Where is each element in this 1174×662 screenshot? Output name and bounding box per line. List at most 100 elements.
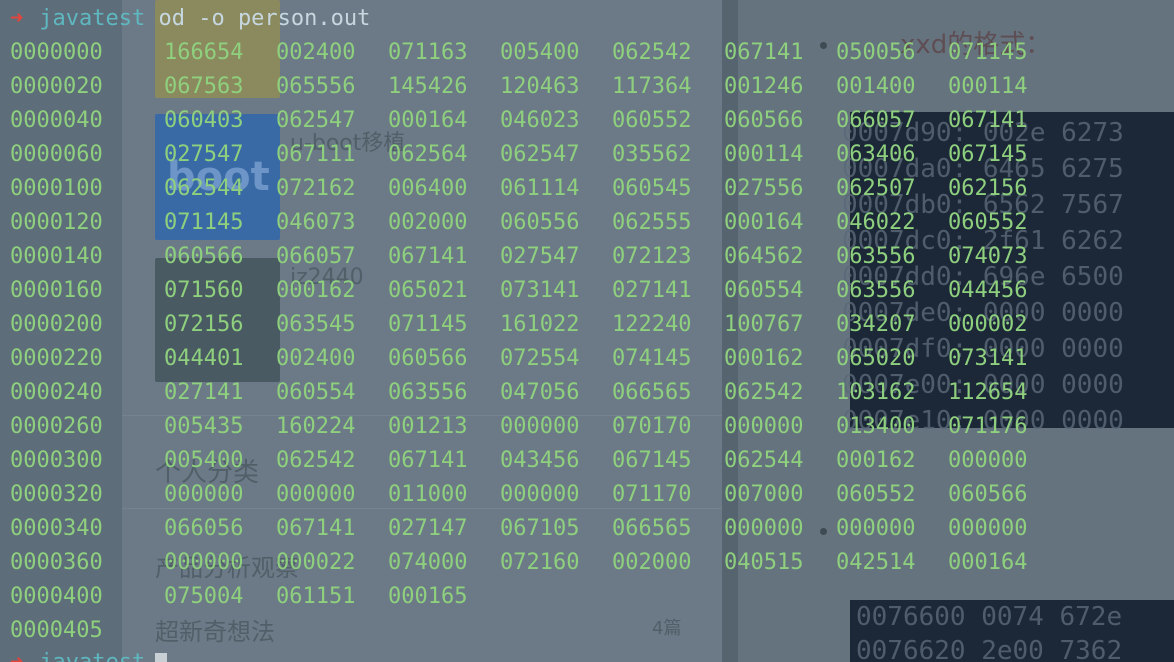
dump-word: 060552 [836, 482, 916, 507]
dump-offset: 0000020 [10, 74, 103, 99]
dump-word: 103162 [836, 380, 916, 405]
dump-word: 062544 [724, 448, 804, 473]
dump-word: 027141 [164, 380, 244, 405]
dump-word: 000000 [948, 448, 1028, 473]
dump-word: 067111 [276, 142, 356, 167]
dump-word: 067145 [948, 142, 1028, 167]
prompt-arrow-icon: ➜ [10, 6, 24, 31]
dump-offset: 0000160 [10, 278, 103, 303]
dump-word: 062542 [724, 380, 804, 405]
dump-word: 066565 [612, 516, 692, 541]
dump-word: 063556 [836, 278, 916, 303]
dump-word: 067141 [388, 244, 468, 269]
dump-word: 112654 [948, 380, 1028, 405]
dump-word: 160224 [276, 414, 356, 439]
text-cursor[interactable] [155, 653, 168, 662]
dump-word: 000164 [724, 210, 804, 235]
dump-offset: 0000240 [10, 380, 103, 405]
dump-word: 066057 [836, 108, 916, 133]
next-prompt-line[interactable]: ➜ javatest [10, 648, 168, 662]
dump-word: 027547 [164, 142, 244, 167]
dump-word: 060403 [164, 108, 244, 133]
dump-word: 072123 [612, 244, 692, 269]
dump-word: 027141 [612, 278, 692, 303]
dump-word: 060545 [612, 176, 692, 201]
dump-word: 040515 [724, 550, 804, 575]
dump-word: 063406 [836, 142, 916, 167]
dump-word: 072160 [500, 550, 580, 575]
prompt-directory: javatest [39, 6, 146, 31]
dump-word: 074145 [612, 346, 692, 371]
dump-word: 072162 [276, 176, 356, 201]
dump-word: 066565 [612, 380, 692, 405]
dump-word: 067141 [948, 108, 1028, 133]
dump-offset: 0000400 [10, 584, 103, 609]
dump-word: 067145 [612, 448, 692, 473]
dump-word: 000000 [836, 516, 916, 541]
dump-word: 000114 [724, 142, 804, 167]
dump-word: 062507 [836, 176, 916, 201]
dump-offset: 0000300 [10, 448, 103, 473]
dump-word: 074073 [948, 244, 1028, 269]
dump-word: 044401 [164, 346, 244, 371]
dump-word: 000164 [948, 550, 1028, 575]
dump-word: 166654 [164, 40, 244, 65]
dump-word: 122240 [612, 312, 692, 337]
dump-word: 001213 [388, 414, 468, 439]
dump-offset: 0000100 [10, 176, 103, 201]
dump-word: 000000 [164, 550, 244, 575]
dump-word: 065020 [836, 346, 916, 371]
dump-word: 001246 [724, 74, 804, 99]
dump-word: 062547 [276, 108, 356, 133]
dump-word: 071145 [164, 210, 244, 235]
dump-word: 002000 [388, 210, 468, 235]
dump-word: 061114 [500, 176, 580, 201]
dump-word: 065556 [276, 74, 356, 99]
dump-word: 060556 [500, 210, 580, 235]
dump-word: 063545 [276, 312, 356, 337]
dump-offset: 0000200 [10, 312, 103, 337]
dump-offset: 0000360 [10, 550, 103, 575]
dump-word: 060566 [388, 346, 468, 371]
terminal-window[interactable]: ➜ javatest od -o person.out 0000000 166654… [0, 0, 1174, 662]
dump-word: 000000 [948, 516, 1028, 541]
dump-word: 073141 [500, 278, 580, 303]
dump-word: 044456 [948, 278, 1028, 303]
dump-word: 011000 [388, 482, 468, 507]
dump-word: 063556 [388, 380, 468, 405]
dump-word: 042514 [836, 550, 916, 575]
dump-word: 060552 [948, 210, 1028, 235]
dump-word: 005400 [500, 40, 580, 65]
dump-word: 072554 [500, 346, 580, 371]
dump-word: 060552 [612, 108, 692, 133]
dump-word: 000164 [388, 108, 468, 133]
dump-word: 100767 [724, 312, 804, 337]
dump-word: 120463 [500, 74, 580, 99]
dump-word: 035562 [612, 142, 692, 167]
dump-word: 000000 [724, 516, 804, 541]
dump-word: 063556 [836, 244, 916, 269]
dump-offset: 0000340 [10, 516, 103, 541]
dump-word: 062564 [388, 142, 468, 167]
dump-word: 062547 [500, 142, 580, 167]
dump-word: 000165 [388, 584, 468, 609]
dump-word: 060566 [948, 482, 1028, 507]
dump-word: 064562 [724, 244, 804, 269]
dump-word: 000002 [948, 312, 1028, 337]
dump-offset: 0000220 [10, 346, 103, 371]
dump-word: 001400 [836, 74, 916, 99]
dump-word: 071170 [612, 482, 692, 507]
dump-word: 000022 [276, 550, 356, 575]
dump-word: 060554 [724, 278, 804, 303]
prompt-directory: javatest [39, 650, 145, 662]
dump-word: 074000 [388, 550, 468, 575]
dump-offset: 0000405 [10, 618, 103, 643]
dump-offset: 0000260 [10, 414, 103, 439]
dump-word: 067105 [500, 516, 580, 541]
dump-word: 060554 [276, 380, 356, 405]
dump-word: 007000 [724, 482, 804, 507]
dump-offset: 0000060 [10, 142, 103, 167]
dump-word: 117364 [612, 74, 692, 99]
dump-offset: 0000320 [10, 482, 103, 507]
dump-word: 073141 [948, 346, 1028, 371]
